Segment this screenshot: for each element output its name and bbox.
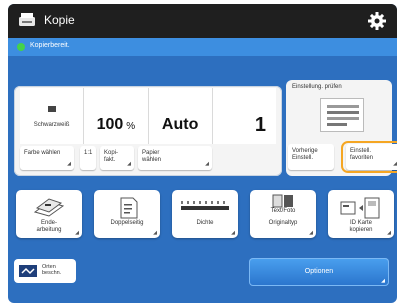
settings-summary-row: Schwarzweiß 100% Auto 1 — [20, 88, 276, 144]
top-bar: Kopie — [8, 4, 397, 38]
id-card-copy-button[interactable]: ID Karte kopieren ◢ — [328, 190, 394, 238]
paper-cell[interactable]: Auto — [149, 88, 213, 144]
finishing-label: Ende- arbeitung — [36, 220, 62, 233]
select-color-label: Farbe wählen — [24, 150, 61, 156]
chevron-down-icon: ◢ — [309, 230, 313, 236]
chevron-down-icon: ◢ — [205, 161, 209, 167]
duplex-icon — [120, 197, 138, 219]
original-type-mode: Text/Foto — [270, 208, 296, 214]
finishing-button[interactable]: Ende- arbeitung ◢ — [16, 190, 82, 238]
chevron-down-icon: ◢ — [75, 230, 79, 236]
copy-ratio-label: Kopi- fakt. — [104, 150, 119, 163]
color-mode-cell[interactable]: Schwarzweiß — [20, 88, 85, 144]
copy-screen: Kopie Kopierbereit. Schwarzweiß 100 % Au… — [8, 4, 397, 303]
density-icon — [181, 201, 229, 210]
chevron-down-icon: ◢ — [387, 230, 391, 236]
orientation-crop-button[interactable]: Orten beschn. — [14, 259, 76, 283]
one-to-one-button[interactable]: 1:1 — [80, 146, 96, 170]
one-to-one-label: 1:1 — [84, 150, 93, 156]
zoom-number: 100 — [96, 116, 124, 133]
previous-settings-label: Vorherige Einstell. — [292, 148, 318, 161]
options-button[interactable]: Optionen ◢ — [249, 258, 389, 286]
duplex-label: Doppelseitig — [110, 220, 144, 226]
density-button[interactable]: Dichte ◢ — [172, 190, 238, 238]
original-type-icon — [272, 194, 293, 208]
select-paper-button[interactable]: Papier wählen ◢ — [138, 146, 212, 170]
copy-machine-icon — [19, 13, 35, 26]
zoom-unit: % — [126, 121, 136, 132]
copies-value: 1 — [254, 114, 266, 136]
paper-value: Auto — [161, 116, 199, 133]
chevron-down-icon: ◢ — [381, 278, 385, 284]
zoom-cell[interactable]: 100% — [84, 88, 149, 144]
favorites-highlight-outline — [341, 141, 397, 173]
color-mode-value: Schwarzweiß — [33, 122, 70, 128]
select-paper-label: Papier wählen — [142, 150, 162, 163]
gear-icon[interactable] — [367, 11, 387, 31]
document-preview-icon — [320, 98, 364, 132]
page-title: Kopie — [44, 13, 75, 27]
duplex-button[interactable]: Doppelseitig ◢ — [94, 190, 160, 238]
id-card-copy-label: ID Karte kopieren — [349, 220, 373, 233]
density-label: Dichte — [196, 220, 214, 226]
status-text: Kopierbereit. — [30, 42, 70, 49]
chevron-down-icon: ◢ — [153, 230, 157, 236]
copy-ratio-button[interactable]: Kopi- fakt. ◢ — [100, 146, 134, 170]
copies-cell[interactable]: 1 — [213, 88, 276, 144]
black-white-icon — [48, 106, 56, 112]
finishing-icon — [33, 198, 65, 217]
chevron-down-icon: ◢ — [67, 161, 71, 167]
original-type-label: Originaltyp — [268, 220, 298, 226]
status-bar: Kopierbereit. — [8, 38, 397, 56]
orientation-crop-icon — [19, 265, 37, 277]
zoom-value: 100% — [84, 116, 147, 134]
select-color-button[interactable]: Farbe wählen ◢ — [20, 146, 74, 170]
options-label: Optionen — [304, 268, 334, 275]
original-type-button[interactable]: Text/Foto Originaltyp ◢ — [250, 190, 316, 238]
chevron-down-icon: ◢ — [231, 230, 235, 236]
check-settings-label: Einstellung. prüfen — [292, 84, 342, 90]
chevron-down-icon: ◢ — [127, 161, 131, 167]
id-card-copy-icon — [340, 197, 380, 219]
previous-settings-button[interactable]: Vorherige Einstell. — [288, 144, 334, 170]
orientation-crop-label: Orten beschn. — [42, 264, 62, 276]
status-indicator-icon — [17, 43, 25, 51]
